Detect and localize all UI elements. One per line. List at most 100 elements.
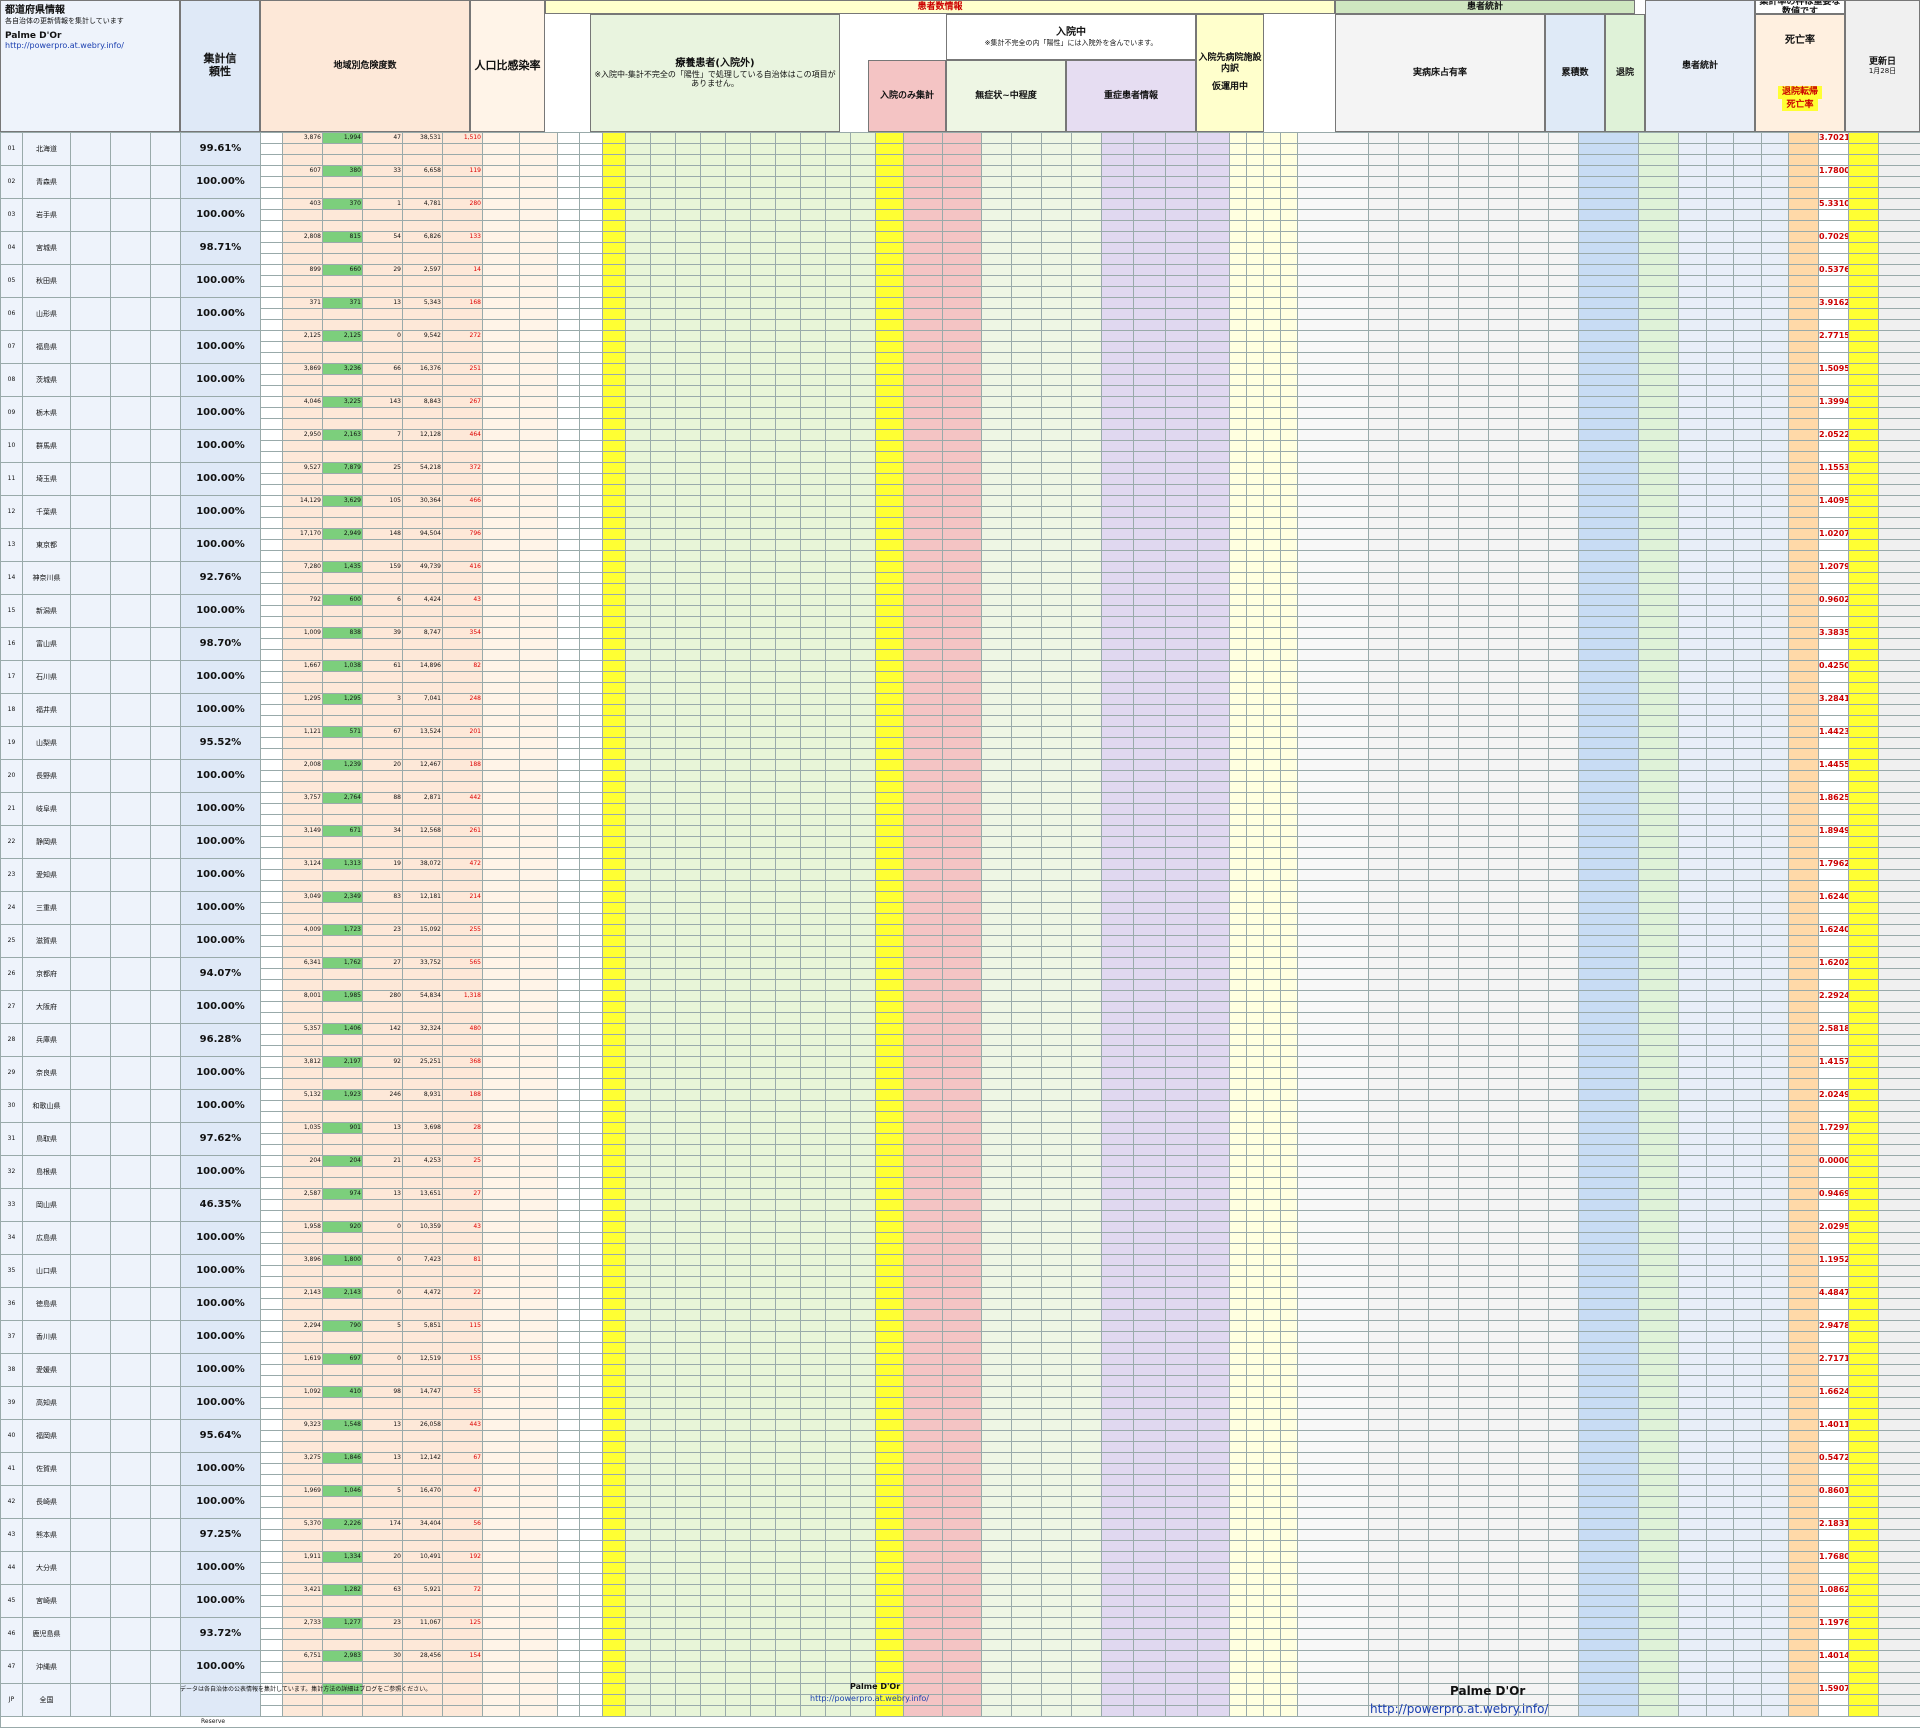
data-cell xyxy=(942,506,982,518)
rate-cell xyxy=(1760,1001,1789,1013)
data-cell xyxy=(1071,913,1102,925)
risk-value xyxy=(362,154,403,166)
rate-cell xyxy=(1760,935,1789,947)
data-cell xyxy=(1229,220,1247,232)
data-cell xyxy=(725,836,751,848)
data-cell xyxy=(1678,726,1707,738)
data-cell xyxy=(981,715,1012,727)
data-cell xyxy=(1705,495,1734,507)
data-cell xyxy=(557,627,580,639)
data-cell xyxy=(675,220,701,232)
data-cell xyxy=(981,770,1012,782)
data-cell xyxy=(579,913,603,925)
data-cell xyxy=(557,1023,580,1035)
table-row xyxy=(1,770,1920,782)
data-cell xyxy=(725,594,751,606)
data-cell xyxy=(850,286,876,298)
data-cell xyxy=(1011,308,1042,320)
data-cell xyxy=(981,1045,1012,1057)
data-cell xyxy=(1518,242,1549,254)
left-panel-url[interactable]: http://powerpro.at.webry.info/ xyxy=(5,41,124,50)
data-cell xyxy=(875,528,904,540)
data-cell xyxy=(1101,605,1134,617)
risk-value xyxy=(402,374,443,386)
data-cell xyxy=(1518,440,1549,452)
data-cell xyxy=(1705,781,1734,793)
data-cell xyxy=(1678,814,1707,826)
rate-cell xyxy=(1788,495,1819,507)
data-cell xyxy=(903,990,943,1002)
data-cell xyxy=(1428,671,1459,683)
pop-cell xyxy=(70,132,111,166)
data-cell xyxy=(1297,1034,1369,1046)
data-cell xyxy=(875,561,904,573)
rate-cell xyxy=(1760,363,1789,375)
data-cell xyxy=(981,418,1012,430)
data-cell xyxy=(519,836,558,848)
data-cell xyxy=(1733,671,1762,683)
data-cell xyxy=(1229,803,1247,815)
data-cell xyxy=(1297,957,1369,969)
data-cell xyxy=(1578,770,1639,782)
risk-value: 792 xyxy=(282,594,323,606)
risk-value xyxy=(442,506,483,518)
data-cell xyxy=(1578,605,1639,617)
data-cell xyxy=(1678,462,1707,474)
risk-value xyxy=(322,242,363,254)
data-cell xyxy=(557,979,580,991)
data-cell xyxy=(519,143,558,155)
table-row: 03岩手県100.00%40337014,7812805.3310% xyxy=(0,198,1920,232)
data-cell xyxy=(1733,902,1762,914)
discharged-title: 退院 xyxy=(1615,67,1634,78)
data-cell xyxy=(579,825,603,837)
data-cell xyxy=(602,451,626,463)
data-cell xyxy=(1368,726,1399,738)
data-cell xyxy=(1246,330,1264,342)
data-cell xyxy=(800,561,826,573)
data-cell xyxy=(1548,396,1579,408)
rate-cell xyxy=(1760,517,1789,529)
data-cell xyxy=(1678,253,1707,265)
rate-cell xyxy=(1760,396,1789,408)
data-cell xyxy=(1678,198,1707,210)
data-cell xyxy=(650,132,676,144)
reliability-pct: 100.00% xyxy=(180,462,261,496)
data-cell xyxy=(942,649,982,661)
data-cell xyxy=(1133,1056,1166,1068)
data-cell xyxy=(1733,704,1762,716)
data-cell xyxy=(1488,792,1519,804)
data-cell xyxy=(725,308,751,320)
data-cell xyxy=(1041,704,1072,716)
misc-cell xyxy=(150,1023,181,1057)
risk-value xyxy=(362,209,403,221)
data-cell xyxy=(800,1023,826,1035)
data-cell xyxy=(1458,946,1489,958)
death-rate-value xyxy=(1818,781,1849,793)
data-cell xyxy=(1263,1078,1281,1090)
data-cell xyxy=(825,374,851,386)
data-cell xyxy=(1197,682,1230,694)
data-cell xyxy=(650,319,676,331)
risk-value xyxy=(362,847,403,859)
data-cell xyxy=(557,198,580,210)
data-cell xyxy=(825,594,851,606)
data-cell xyxy=(875,1012,904,1024)
data-cell xyxy=(1297,693,1369,705)
data-cell xyxy=(1041,209,1072,221)
data-cell xyxy=(1398,154,1429,166)
data-cell xyxy=(1165,990,1198,1002)
data-cell xyxy=(482,495,520,507)
data-cell xyxy=(903,484,943,496)
data-cell xyxy=(1197,891,1230,903)
data-cell xyxy=(700,132,726,144)
data-cell xyxy=(625,594,651,606)
data-cell xyxy=(1678,561,1707,573)
data-cell xyxy=(1297,209,1369,221)
death-rate-value xyxy=(1818,880,1849,892)
data-cell xyxy=(1041,726,1072,738)
death-rate-value: 1.6240% xyxy=(1818,891,1849,903)
death-rate-value xyxy=(1818,517,1849,529)
reliability-header: 集計信頼性 xyxy=(180,0,260,132)
data-cell xyxy=(1518,1078,1549,1090)
data-cell xyxy=(1678,154,1707,166)
